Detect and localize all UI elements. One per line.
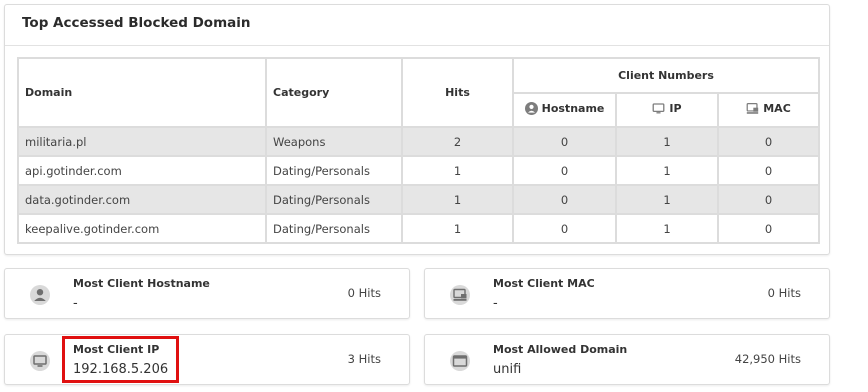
panel-title: Top Accessed Blocked Domain bbox=[22, 15, 251, 31]
domain-cell: keepalive.gotinder.com bbox=[17, 213, 267, 244]
column-header-category: Category bbox=[265, 57, 403, 128]
top-blocked-domain-panel: Top Accessed Blocked Domain Domain Categ… bbox=[4, 4, 830, 255]
column-header-mac-label: MAC bbox=[763, 102, 791, 115]
table-row: data.gotinder.com Dating/Personals 1 0 1… bbox=[17, 184, 821, 215]
card-label: Most Client MAC bbox=[493, 277, 595, 290]
person-icon bbox=[524, 102, 538, 115]
network-card-icon bbox=[450, 285, 470, 305]
annotation-highlight-box bbox=[62, 336, 179, 383]
column-header-ip: IP bbox=[615, 92, 719, 128]
card-hits: 0 Hits bbox=[767, 286, 801, 300]
card-hits: 0 Hits bbox=[347, 286, 381, 300]
domain-cell: militaria.pl bbox=[17, 126, 267, 157]
most-client-hostname-card: Most Client Hostname - 0 Hits bbox=[4, 268, 410, 319]
card-value: - bbox=[493, 296, 498, 311]
browser-window-icon bbox=[450, 351, 470, 371]
domain-cell: api.gotinder.com bbox=[17, 155, 267, 186]
hits-cell: 1 bbox=[401, 184, 514, 215]
ip-count-cell: 1 bbox=[615, 184, 719, 215]
ip-count-cell: 1 bbox=[615, 213, 719, 244]
person-icon bbox=[30, 285, 50, 305]
category-cell: Dating/Personals bbox=[265, 155, 403, 186]
column-header-ip-label: IP bbox=[669, 102, 682, 115]
card-hits: 42,950 Hits bbox=[734, 352, 801, 366]
mac-count-cell: 0 bbox=[716, 184, 821, 215]
hostname-count-cell: 0 bbox=[512, 213, 617, 244]
most-allowed-domain-card: Most Allowed Domain unifi 42,950 Hits bbox=[424, 334, 830, 385]
column-header-hostname-label: Hostname bbox=[541, 102, 605, 115]
domain-cell: data.gotinder.com bbox=[17, 184, 267, 215]
network-card-icon bbox=[746, 103, 759, 114]
card-hits: 3 Hits bbox=[347, 352, 381, 366]
mac-count-cell: 0 bbox=[716, 155, 821, 186]
hits-cell: 1 bbox=[401, 155, 514, 186]
monitor-icon bbox=[652, 103, 665, 114]
hostname-count-cell: 0 bbox=[512, 155, 617, 186]
card-label: Most Client Hostname bbox=[73, 277, 210, 290]
hostname-count-cell: 0 bbox=[512, 126, 617, 157]
category-cell: Dating/Personals bbox=[265, 184, 403, 215]
column-header-client-numbers: Client Numbers bbox=[511, 57, 821, 94]
hostname-count-cell: 0 bbox=[512, 184, 617, 215]
ip-count-cell: 1 bbox=[615, 155, 719, 186]
table-row: keepalive.gotinder.com Dating/Personals … bbox=[17, 213, 821, 244]
hits-cell: 2 bbox=[401, 126, 514, 157]
column-header-mac: MAC bbox=[716, 92, 821, 128]
mac-count-cell: 0 bbox=[716, 126, 821, 157]
blocked-domain-table: Domain Category Hits Client Numbers Host… bbox=[17, 57, 821, 244]
ip-count-cell: 1 bbox=[615, 126, 719, 157]
column-header-hits: Hits bbox=[401, 57, 514, 128]
hits-cell: 1 bbox=[401, 213, 514, 244]
monitor-icon bbox=[30, 351, 50, 371]
category-cell: Dating/Personals bbox=[265, 213, 403, 244]
category-cell: Weapons bbox=[265, 126, 403, 157]
column-header-hostname: Hostname bbox=[512, 92, 617, 128]
most-client-mac-card: Most Client MAC - 0 Hits bbox=[424, 268, 830, 319]
column-header-domain: Domain bbox=[17, 57, 267, 128]
card-label: Most Allowed Domain bbox=[493, 343, 628, 356]
card-value: - bbox=[73, 296, 78, 311]
mac-count-cell: 0 bbox=[716, 213, 821, 244]
table-row: api.gotinder.com Dating/Personals 1 0 1 … bbox=[17, 155, 821, 186]
panel-divider bbox=[5, 45, 829, 46]
table-row: militaria.pl Weapons 2 0 1 0 bbox=[17, 126, 821, 157]
card-value: unifi bbox=[493, 362, 522, 377]
